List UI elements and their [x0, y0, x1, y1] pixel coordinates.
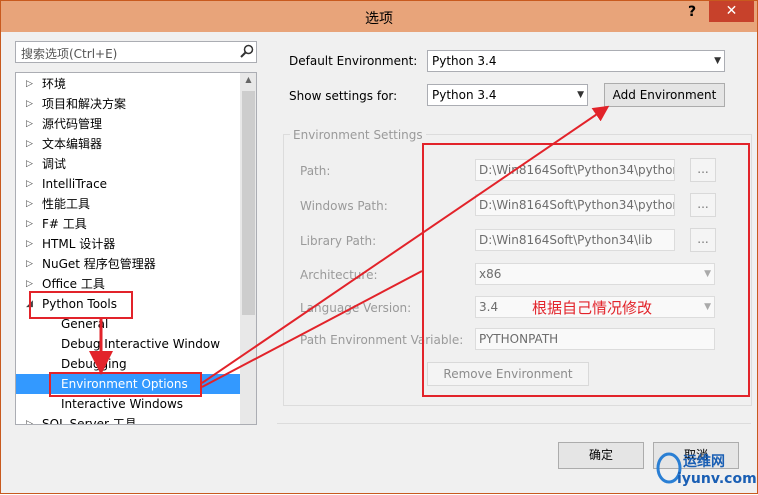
- watermark-line1: 运维网: [683, 454, 725, 470]
- watermark-line2: iyunv.com: [677, 471, 757, 487]
- annotation-arrows: [89, 105, 610, 388]
- watermark-logo: 运维网 iyunv.com: [655, 445, 757, 491]
- arrow-to-add-environment: [201, 105, 610, 384]
- options-dialog: 选项 ? ✕ 搜索选项(Ctrl+E) ▷ 环境 ▷ 项目和解决方案 ▷ 源代码管理 …: [0, 0, 758, 494]
- arrow-to-settings: [201, 270, 423, 388]
